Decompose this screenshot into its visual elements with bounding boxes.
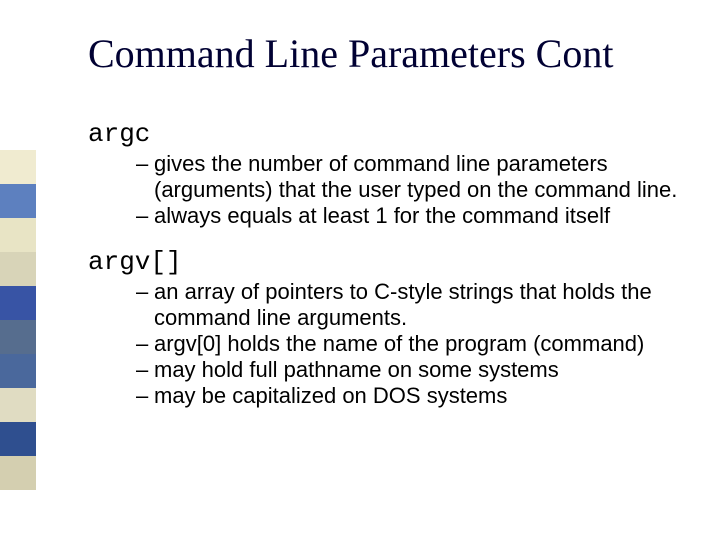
bullet-item: always equals at least 1 for the command… (136, 203, 688, 229)
deco-square (0, 184, 36, 218)
decorative-sidebar (0, 150, 36, 490)
section-label-argc: argc (88, 119, 688, 149)
bullet-item: may be capitalized on DOS systems (136, 383, 688, 409)
deco-square (0, 320, 36, 354)
section-label-argv: argv[] (88, 247, 688, 277)
bullet-item: argv[0] holds the name of the program (c… (136, 331, 688, 357)
bullet-item: an array of pointers to C-style strings … (136, 279, 688, 331)
deco-square (0, 456, 36, 490)
deco-square (0, 388, 36, 422)
slide-title: Command Line Parameters Cont (88, 30, 688, 77)
bullet-list-argv: an array of pointers to C-style strings … (136, 279, 688, 409)
bullet-list-argc: gives the number of command line paramet… (136, 151, 688, 229)
deco-square (0, 422, 36, 456)
slide-content: Command Line Parameters Cont argc gives … (88, 30, 688, 427)
deco-square (0, 252, 36, 286)
bullet-item: may hold full pathname on some systems (136, 357, 688, 383)
deco-square (0, 150, 36, 184)
bullet-item: gives the number of command line paramet… (136, 151, 688, 203)
deco-square (0, 218, 36, 252)
deco-square (0, 286, 36, 320)
deco-square (0, 354, 36, 388)
